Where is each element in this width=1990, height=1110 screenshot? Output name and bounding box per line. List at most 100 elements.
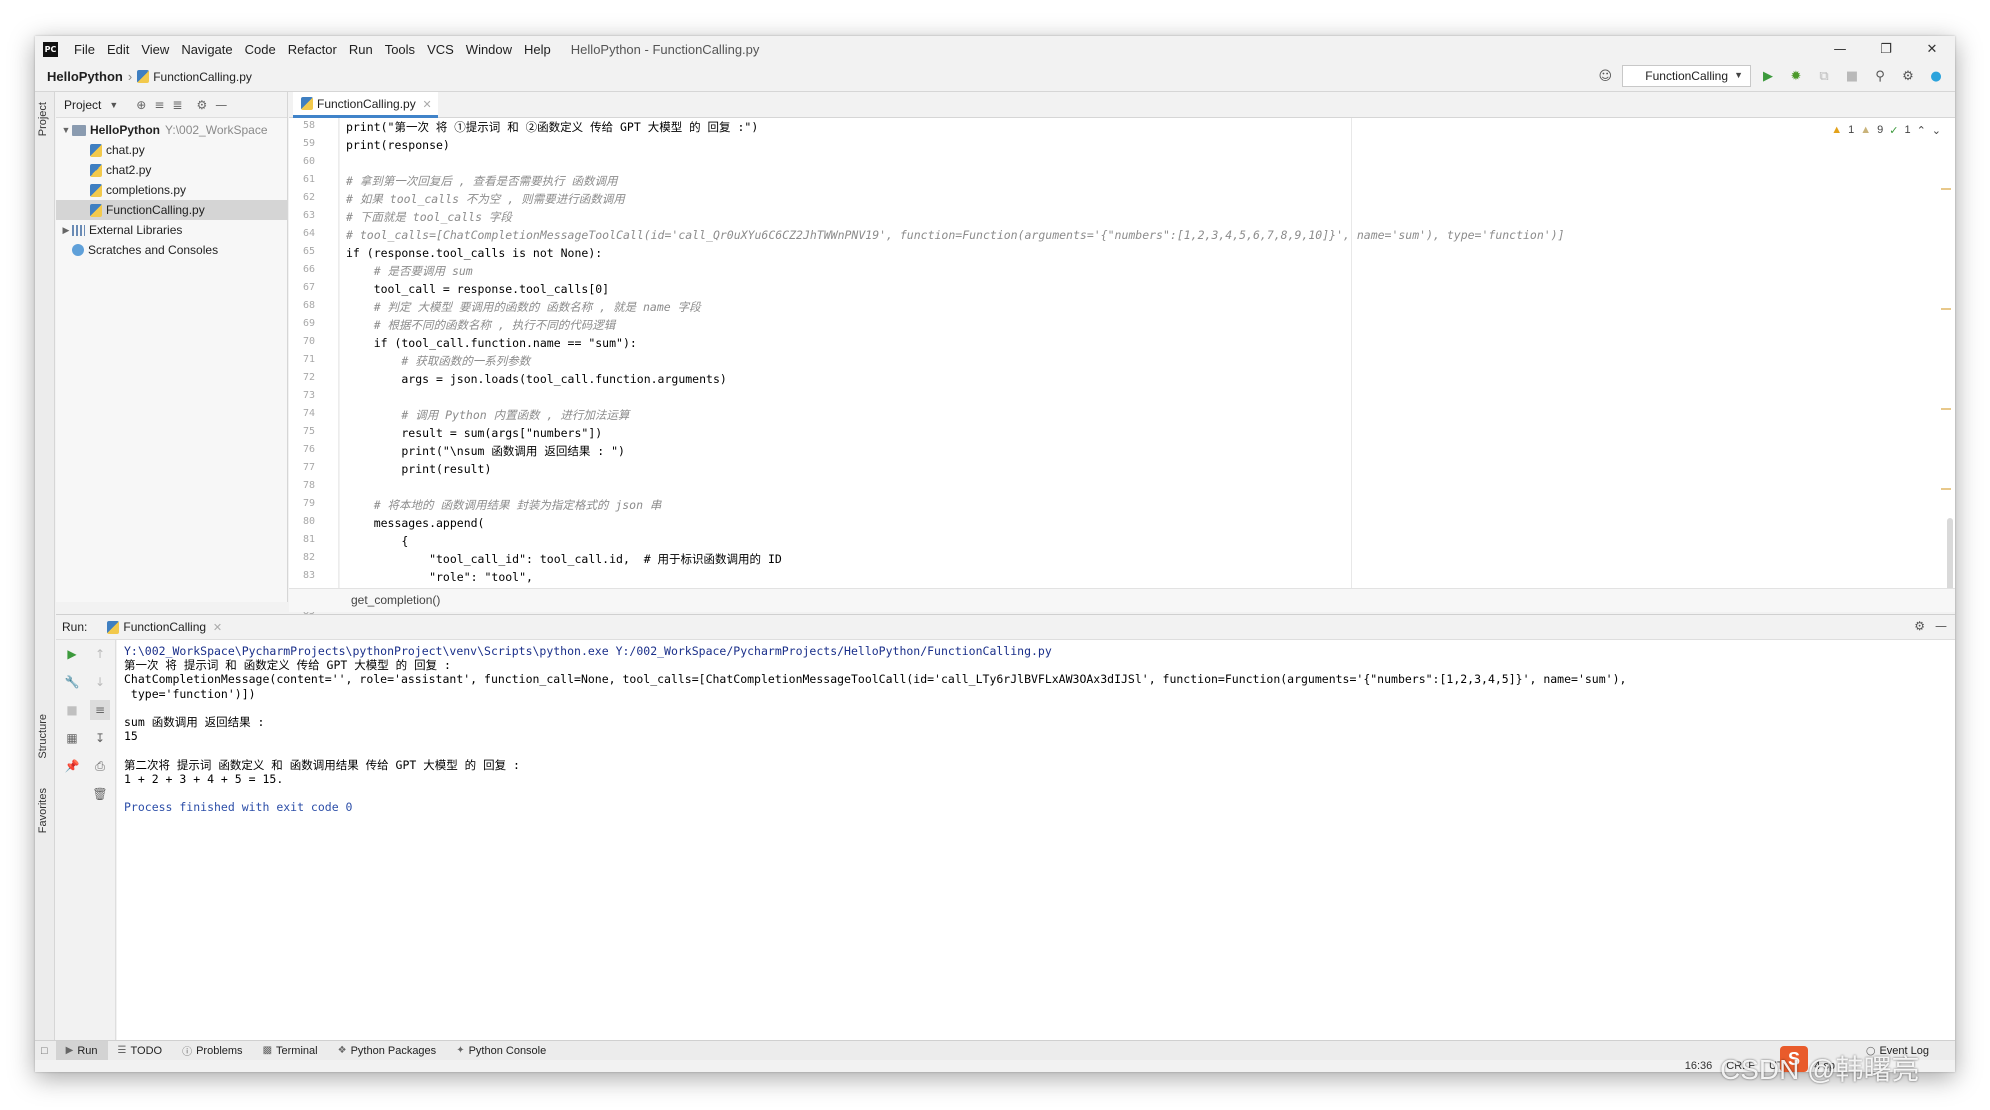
minimize-icon[interactable]: —: [1817, 36, 1863, 62]
locate-icon[interactable]: ⊕: [136, 98, 146, 112]
expand-all-icon[interactable]: ≡: [154, 98, 164, 112]
scroll-to-end-icon[interactable]: ↧: [90, 728, 110, 748]
settings-icon[interactable]: ⚙: [1897, 65, 1919, 87]
run-config-select[interactable]: FunctionCalling ▼: [1622, 65, 1751, 87]
warning-stripe-mark[interactable]: [1941, 188, 1951, 190]
code-line[interactable]: # 如果 tool_calls 不为空 , 则需要进行函数调用: [346, 190, 625, 208]
collapse-all-icon[interactable]: ≣: [172, 98, 182, 112]
menu-run[interactable]: Run: [343, 42, 379, 57]
tool-tab-run[interactable]: ▶ Run: [55, 1040, 108, 1061]
arrow-down-icon[interactable]: ↓: [90, 672, 110, 692]
structure-tool-button[interactable]: Structure: [37, 714, 49, 759]
code-line[interactable]: # 将本地的 函数调用结果 封装为指定格式的 json 串: [346, 496, 662, 514]
stop-icon[interactable]: ■: [62, 700, 82, 720]
rerun-icon[interactable]: ▶: [62, 644, 82, 664]
code-line[interactable]: # 根据不同的函数名称 , 执行不同的代码逻辑: [346, 316, 616, 334]
close-tab-icon[interactable]: ✕: [423, 98, 432, 111]
code-line[interactable]: # 拿到第一次回复后 , 查看是否需要执行 函数调用: [346, 172, 618, 190]
gear-icon[interactable]: ⚙: [196, 98, 207, 112]
run-console-output[interactable]: Y:\002_WorkSpace\PycharmProjects\pythonP…: [117, 640, 1955, 1040]
tree-item-file[interactable]: chat.py: [56, 140, 287, 160]
code-line[interactable]: print("第一次 将 ①提示词 和 ②函数定义 传给 GPT 大模型 的 回…: [346, 118, 758, 136]
warning-stripe-mark[interactable]: [1941, 408, 1951, 410]
chevron-down-icon[interactable]: ⌄: [1932, 124, 1941, 137]
tree-item-file[interactable]: completions.py: [56, 180, 287, 200]
code-line[interactable]: # 获取函数的一系列参数: [346, 352, 530, 370]
tree-item-external-libraries[interactable]: ▶ External Libraries: [56, 220, 287, 240]
tree-item-file[interactable]: chat2.py: [56, 160, 287, 180]
close-tab-icon[interactable]: ✕: [213, 621, 222, 634]
menu-navigate[interactable]: Navigate: [175, 42, 238, 57]
hide-panel-icon[interactable]: —: [1935, 619, 1947, 633]
menu-tools[interactable]: Tools: [379, 42, 421, 57]
tool-tab-python-console[interactable]: ✦ Python Console: [446, 1041, 556, 1061]
breadcrumb-project[interactable]: HelloPython: [47, 69, 123, 84]
code-line[interactable]: args = json.loads(tool_call.function.arg…: [346, 370, 726, 388]
tree-item-file-selected[interactable]: FunctionCalling.py: [56, 200, 287, 220]
menu-help[interactable]: Help: [518, 42, 557, 57]
tab-functioncalling[interactable]: FunctionCalling.py ✕: [293, 92, 438, 118]
code-line[interactable]: messages.append(: [346, 514, 485, 532]
tree-item-scratches[interactable]: Scratches and Consoles: [56, 240, 287, 260]
menu-vcs[interactable]: VCS: [421, 42, 460, 57]
chevron-right-icon[interactable]: ▶: [60, 225, 72, 236]
restore-icon[interactable]: ❐: [1863, 36, 1909, 62]
trash-icon[interactable]: 🗑: [90, 784, 110, 804]
warning-stripe-mark[interactable]: [1941, 308, 1951, 310]
run-tab[interactable]: FunctionCalling ✕: [99, 620, 226, 634]
hide-panel-icon[interactable]: —: [215, 98, 227, 112]
chevron-up-icon[interactable]: ⌃: [1917, 124, 1926, 137]
code-line[interactable]: # 下面就是 tool_calls 字段: [346, 208, 512, 226]
print-icon[interactable]: ⎙: [90, 756, 110, 776]
menu-view[interactable]: View: [135, 42, 175, 57]
user-icon[interactable]: ☺: [1594, 65, 1616, 87]
code-line[interactable]: # 是否要调用 sum: [346, 262, 473, 280]
code-line[interactable]: # 调用 Python 内置函数 , 进行加法运算: [346, 406, 629, 424]
tree-item-root[interactable]: ▼ HelloPython Y:\002_WorkSpace: [56, 120, 287, 140]
warning-stripe-mark[interactable]: [1941, 488, 1951, 490]
wrench-icon[interactable]: 🔧: [62, 672, 82, 692]
arrow-up-icon[interactable]: ↑: [90, 644, 110, 664]
search-icon[interactable]: ⚲: [1869, 65, 1891, 87]
project-tool-button[interactable]: Project: [37, 102, 49, 136]
code-line[interactable]: print("\nsum 函数调用 返回结果 : "): [346, 442, 625, 460]
menu-file[interactable]: File: [68, 42, 101, 57]
inspection-widget[interactable]: ▲ 1 ▲ 9 ✓ 1 ⌃ ⌄: [1831, 124, 1941, 137]
close-icon[interactable]: ✕: [1909, 36, 1955, 62]
chevron-down-icon[interactable]: ▼: [60, 125, 72, 135]
code-line[interactable]: tool_call = response.tool_calls[0]: [346, 280, 609, 298]
code-breadcrumb[interactable]: get_completion(): [289, 588, 1955, 612]
code-line[interactable]: print(result): [346, 460, 491, 478]
update-icon[interactable]: ●: [1925, 65, 1947, 87]
project-view-select[interactable]: Project: [64, 98, 101, 112]
code-line[interactable]: "tool_call_id": tool_call.id, # 用于标识函数调用…: [346, 550, 782, 568]
stop-icon[interactable]: ■: [1841, 65, 1863, 87]
run-icon[interactable]: ▶: [1757, 65, 1779, 87]
code-line[interactable]: result = sum(args["numbers"]): [346, 424, 602, 442]
code-line[interactable]: if (tool_call.function.name == "sum"):: [346, 334, 637, 352]
editor-scrollbar[interactable]: [1947, 518, 1953, 588]
panel-toggle-icon[interactable]: □: [41, 1045, 48, 1057]
code-line[interactable]: if (response.tool_calls is not None):: [346, 244, 602, 262]
breadcrumb-file[interactable]: FunctionCalling.py: [153, 70, 252, 84]
code-line[interactable]: {: [346, 532, 408, 550]
menu-edit[interactable]: Edit: [101, 42, 135, 57]
code-line[interactable]: "role": "tool",: [346, 568, 533, 586]
tool-tab-terminal[interactable]: ▩ Terminal: [253, 1041, 328, 1061]
coverage-icon[interactable]: ⧉: [1813, 65, 1835, 87]
tool-tab-python-packages[interactable]: ❖ Python Packages: [328, 1041, 447, 1061]
soft-wrap-icon[interactable]: ≡: [90, 700, 110, 720]
layout-icon[interactable]: ▦: [62, 728, 82, 748]
chevron-down-icon[interactable]: ▼: [109, 100, 118, 110]
menu-window[interactable]: Window: [460, 42, 518, 57]
code-line[interactable]: # tool_calls=[ChatCompletionMessageToolC…: [346, 226, 1565, 244]
tool-tab-todo[interactable]: ☰ TODO: [108, 1041, 173, 1061]
debug-icon[interactable]: ✹: [1785, 65, 1807, 87]
favorites-tool-button[interactable]: Favorites: [37, 788, 49, 833]
code-line[interactable]: print(response): [346, 136, 450, 154]
code-editor[interactable]: print("第一次 将 ①提示词 和 ②函数定义 传给 GPT 大模型 的 回…: [340, 118, 1955, 588]
pin-icon[interactable]: 📌: [62, 756, 82, 776]
gear-icon[interactable]: ⚙: [1914, 619, 1925, 633]
tool-tab-problems[interactable]: ⓘ Problems: [172, 1041, 252, 1061]
menu-code[interactable]: Code: [239, 42, 282, 57]
